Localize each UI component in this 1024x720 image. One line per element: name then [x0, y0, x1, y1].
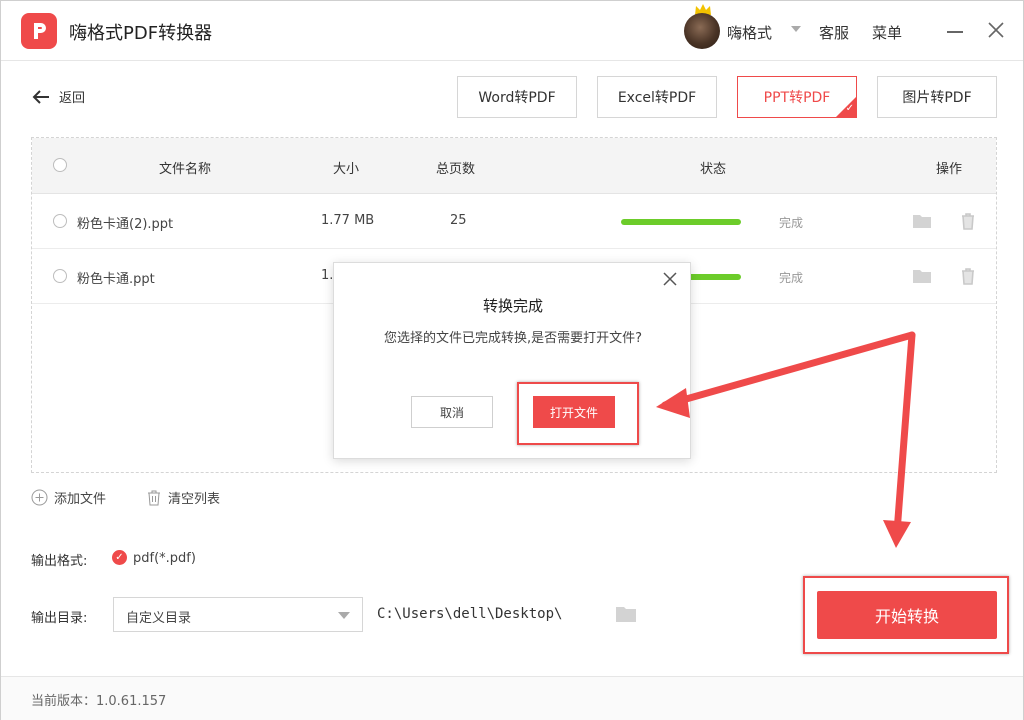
file-name: 粉色卡通.ppt — [77, 272, 155, 287]
tab-label: Excel转PDF — [617, 90, 697, 106]
back-label: 返回 — [59, 91, 86, 106]
app-logo-icon — [21, 13, 57, 49]
tab-image-to-pdf[interactable]: 图片转PDF — [877, 76, 997, 118]
clear-list-label: 清空列表 — [168, 492, 221, 507]
version-text: 当前版本：1.0.61.157 — [31, 694, 167, 709]
table-row: 粉色卡通(2).ppt 1.77 MB 25 完成 — [32, 194, 996, 249]
header-name: 文件名称 — [159, 162, 212, 177]
minimize-icon[interactable] — [947, 31, 963, 33]
file-size: 1.77 MB — [321, 213, 375, 228]
cancel-button[interactable]: 取消 — [411, 396, 493, 428]
row-radio[interactable] — [53, 269, 67, 283]
annotation-highlight-start — [803, 576, 1009, 654]
annotation-highlight-open — [517, 382, 639, 445]
check-circle-icon[interactable]: ✓ — [112, 550, 127, 565]
arrow-left-icon — [32, 89, 49, 104]
output-dir-path: C:\Users\dell\Desktop\ — [377, 606, 563, 622]
close-icon[interactable] — [986, 20, 1006, 40]
check-icon: ✓ — [845, 103, 854, 114]
chevron-down-icon[interactable] — [791, 26, 801, 32]
close-icon[interactable] — [662, 271, 678, 287]
output-format-label: 输出格式: — [31, 554, 88, 569]
select-all-radio[interactable] — [53, 158, 67, 172]
tab-excel-to-pdf[interactable]: Excel转PDF — [597, 76, 717, 118]
add-file-label: 添加文件 — [54, 492, 107, 507]
folder-icon[interactable] — [615, 604, 637, 624]
file-pages: 25 — [450, 213, 467, 228]
output-format-value: pdf(*.pdf) — [133, 551, 196, 566]
tab-label: PPT转PDF — [763, 90, 831, 106]
header-pages: 总页数 — [436, 162, 476, 177]
dialog-message: 您选择的文件已完成转换,是否需要打开文件? — [383, 331, 643, 346]
avatar[interactable] — [684, 13, 720, 49]
app-title: 嗨格式PDF转换器 — [69, 23, 213, 44]
add-file-button[interactable]: 添加文件 — [31, 488, 106, 507]
folder-icon[interactable] — [912, 266, 932, 286]
title-bar: 嗨格式PDF转换器 嗨格式 客服 菜单 — [1, 1, 1023, 61]
row-radio[interactable] — [53, 214, 67, 228]
username[interactable]: 嗨格式 — [727, 22, 772, 43]
back-button[interactable]: 返回 — [31, 87, 85, 106]
menu-link[interactable]: 菜单 — [872, 22, 902, 43]
service-link[interactable]: 客服 — [819, 22, 849, 43]
output-dir-label: 输出目录: — [31, 611, 88, 626]
dialog-title: 转换完成 — [482, 297, 543, 315]
table-header: 文件名称 大小 总页数 状态 操作 — [32, 138, 996, 194]
status-text: 完成 — [779, 216, 804, 230]
trash-icon[interactable] — [958, 211, 978, 231]
trash-icon — [148, 490, 160, 506]
plus-circle-icon — [31, 489, 48, 506]
tab-ppt-to-pdf[interactable]: PPT转PDF ✓ — [737, 76, 857, 118]
status-bar: 当前版本：1.0.61.157 — [1, 676, 1023, 720]
output-dir-select[interactable]: 自定义目录 — [113, 597, 363, 632]
chevron-down-icon — [338, 612, 350, 619]
header-size: 大小 — [333, 162, 360, 177]
output-dir-select-value: 自定义目录 — [126, 611, 192, 626]
header-status: 状态 — [700, 162, 727, 177]
progress-bar — [621, 219, 741, 225]
tab-label: 图片转PDF — [902, 90, 972, 106]
tab-label: Word转PDF — [478, 90, 556, 106]
status-text: 完成 — [779, 271, 804, 285]
clear-list-button[interactable]: 清空列表 — [146, 488, 220, 507]
trash-icon[interactable] — [958, 266, 978, 286]
tab-word-to-pdf[interactable]: Word转PDF — [457, 76, 577, 118]
folder-icon[interactable] — [912, 211, 932, 231]
header-actions: 操作 — [936, 162, 963, 177]
file-name: 粉色卡通(2).ppt — [77, 217, 174, 232]
